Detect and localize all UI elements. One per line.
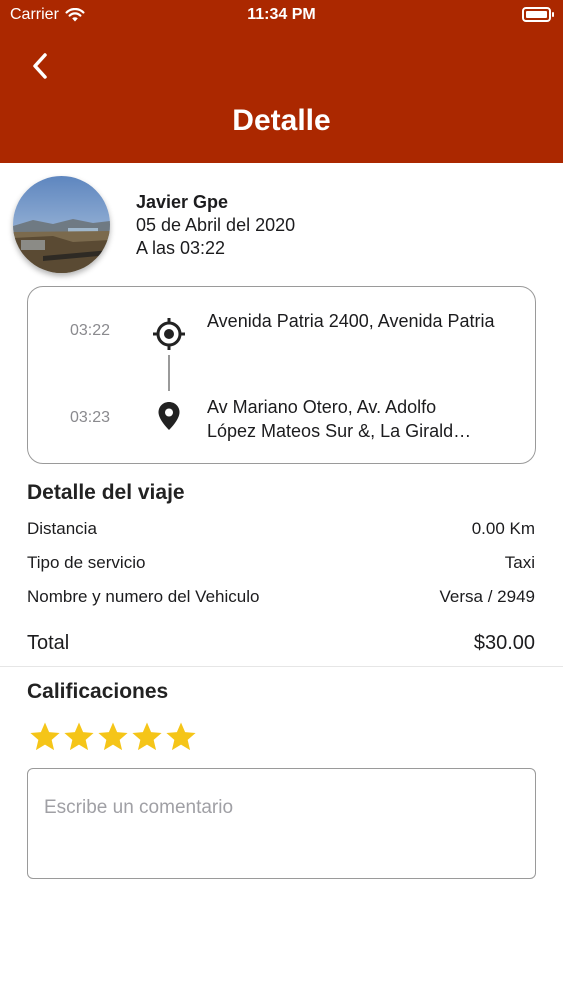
driver-name: Javier Gpe (136, 192, 229, 212)
total-row: Total $30.00 (27, 632, 535, 655)
status-bar: Carrier 11:34 PM (0, 0, 563, 30)
trip-time: A las 03:22 (136, 238, 226, 258)
detail-row-service-type: Tipo de servicio Taxi (27, 553, 535, 573)
landscape-photo (13, 176, 110, 273)
detail-value: Versa / 2949 (439, 587, 535, 606)
ratings-title: Calificaciones (27, 680, 169, 703)
star-icon[interactable] (130, 720, 164, 754)
divider (0, 666, 563, 667)
detail-row-distance: Distancia 0.00 Km (27, 519, 535, 539)
total-label: Total (27, 632, 70, 654)
detail-value: 0.00 Km (471, 519, 535, 538)
destination-address: Av Mariano Otero, Av. Adolfo López Mateo… (207, 395, 517, 443)
map-pin-icon (152, 399, 186, 433)
trip-user-info: Javier Gpe 05 de Abril del 2020 A las 03… (136, 191, 295, 260)
route-connector (168, 355, 170, 391)
star-icon[interactable] (164, 720, 198, 754)
comment-input[interactable] (27, 768, 536, 879)
detail-label: Nombre y numero del Vehiculo (27, 587, 260, 606)
star-icon[interactable] (62, 720, 96, 754)
crosshair-icon (152, 317, 186, 351)
star-rating[interactable] (28, 720, 198, 754)
avatar (13, 176, 110, 273)
total-value: $30.00 (473, 632, 535, 654)
detail-label: Tipo de servicio (27, 553, 146, 572)
trip-details-title: Detalle del viaje (27, 481, 185, 504)
navigation-header: Carrier 11:34 PM Detalle (0, 0, 563, 163)
detail-value: Taxi (504, 553, 535, 572)
star-icon[interactable] (96, 720, 130, 754)
trip-date: 05 de Abril del 2020 (136, 215, 296, 235)
star-icon[interactable] (28, 720, 62, 754)
detail-label: Distancia (27, 519, 97, 538)
destination-time: 03:23 (70, 409, 111, 426)
detail-row-vehicle: Nombre y numero del Vehiculo Versa / 294… (27, 587, 535, 607)
page-title: Detalle (232, 104, 331, 137)
destination-address-line2: López Mateos Sur &, La Girald… (207, 421, 472, 441)
destination-address-line1: Av Mariano Otero, Av. Adolfo (207, 397, 437, 417)
origin-time: 03:22 (70, 322, 111, 339)
back-button[interactable] (22, 48, 58, 84)
route-card: 03:22 Avenida Patria 2400, Avenida Patri… (27, 286, 536, 464)
battery-icon (522, 7, 554, 22)
chevron-left-icon (33, 53, 47, 79)
status-time: 11:34 PM (247, 6, 316, 23)
origin-address: Avenida Patria 2400, Avenida Patria (207, 311, 495, 331)
